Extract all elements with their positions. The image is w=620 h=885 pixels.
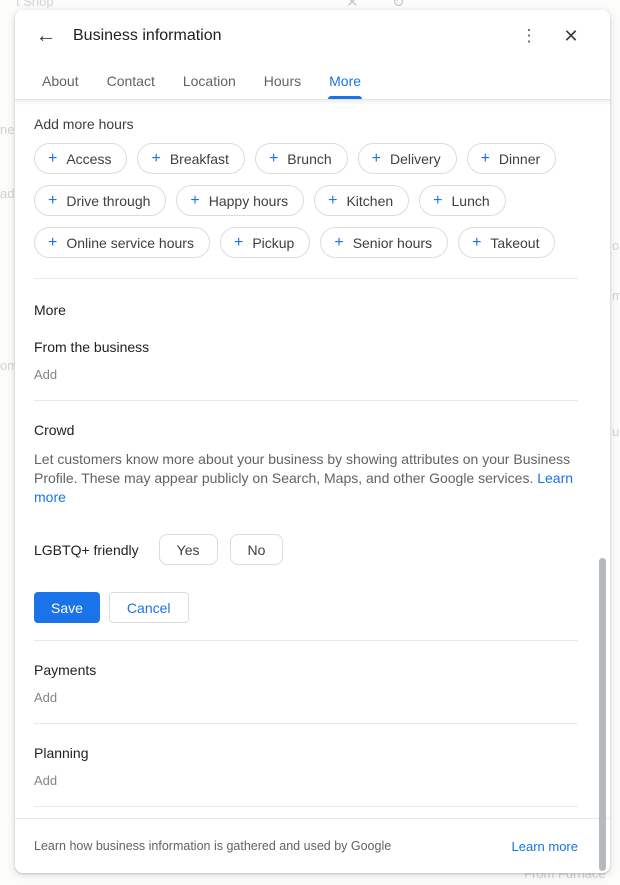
- tab-location[interactable]: Location: [182, 62, 237, 99]
- hours-chip-row: + Drive through + Happy hours + Kitchen …: [34, 185, 578, 216]
- plus-icon: +: [334, 235, 343, 251]
- lgbtq-no-button[interactable]: No: [230, 534, 284, 565]
- section-divider: [34, 806, 578, 807]
- dialog-header: ← Business information ⋮ ✕: [15, 10, 610, 62]
- plus-icon: +: [48, 235, 57, 251]
- section-divider: [34, 400, 578, 401]
- add-payments-link[interactable]: Add: [34, 690, 57, 705]
- crowd-description-text: Let customers know more about your busin…: [34, 451, 570, 486]
- chip-label: Online service hours: [66, 235, 194, 251]
- business-information-dialog: ← Business information ⋮ ✕ About Contact…: [15, 10, 610, 873]
- chip-label: Pickup: [252, 235, 294, 251]
- plus-icon: +: [190, 193, 199, 209]
- plus-icon: +: [269, 151, 278, 167]
- dialog-content: Add more hours + Access + Breakfast + Br…: [15, 100, 610, 818]
- chip-label: Lunch: [452, 193, 490, 209]
- map-label: u: [612, 424, 619, 439]
- cancel-button[interactable]: Cancel: [109, 592, 189, 623]
- add-more-hours-heading: Add more hours: [34, 100, 578, 132]
- chip-label: Drive through: [66, 193, 150, 209]
- map-label: ad: [0, 186, 14, 201]
- planning-group: Planning Add: [34, 745, 578, 790]
- back-button[interactable]: ←: [29, 19, 63, 53]
- lgbtq-friendly-label: LGBTQ+ friendly: [34, 542, 139, 558]
- map-label: o: [612, 238, 619, 253]
- add-hours-chip-breakfast[interactable]: + Breakfast: [137, 143, 244, 174]
- add-hours-chip-online-service-hours[interactable]: + Online service hours: [34, 227, 210, 258]
- chip-label: Kitchen: [346, 193, 393, 209]
- section-divider: [34, 278, 578, 279]
- hours-chip-row: + Access + Breakfast + Brunch + Delivery…: [34, 143, 578, 174]
- close-icon: ✕: [563, 26, 578, 47]
- add-hours-chip-access[interactable]: + Access: [34, 143, 127, 174]
- chip-label: Happy hours: [209, 193, 288, 209]
- crowd-description: Let customers know more about your busin…: [34, 450, 574, 507]
- plus-icon: +: [433, 193, 442, 209]
- tab-more[interactable]: More: [328, 62, 362, 99]
- add-hours-chip-takeout[interactable]: + Takeout: [458, 227, 555, 258]
- add-hours-chip-delivery[interactable]: + Delivery: [358, 143, 457, 174]
- lgbtq-yes-button[interactable]: Yes: [159, 534, 218, 565]
- add-hours-chip-happy-hours[interactable]: + Happy hours: [176, 185, 304, 216]
- section-divider: [34, 723, 578, 724]
- plus-icon: +: [234, 235, 243, 251]
- kebab-icon: ⋮: [521, 26, 538, 46]
- add-hours-chip-drive-through[interactable]: + Drive through: [34, 185, 166, 216]
- lgbtq-friendly-row: LGBTQ+ friendly Yes No: [34, 534, 578, 565]
- tab-hours[interactable]: Hours: [263, 62, 302, 99]
- more-section-heading: More: [34, 302, 578, 318]
- action-row: Save Cancel: [34, 592, 578, 623]
- group-title: From the business: [34, 339, 578, 355]
- add-planning-link[interactable]: Add: [34, 773, 57, 788]
- chip-label: Access: [66, 151, 111, 167]
- group-title: Payments: [34, 662, 578, 678]
- tab-about[interactable]: About: [41, 62, 80, 99]
- add-hours-chip-dinner[interactable]: + Dinner: [467, 143, 557, 174]
- plus-icon: +: [372, 151, 381, 167]
- scrollbar-thumb[interactable]: [599, 558, 606, 871]
- payments-group: Payments Add: [34, 662, 578, 707]
- plus-icon: +: [481, 151, 490, 167]
- add-hours-chip-senior-hours[interactable]: + Senior hours: [320, 227, 448, 258]
- chip-label: Senior hours: [353, 235, 432, 251]
- dialog-footer: Learn how business information is gather…: [15, 818, 610, 873]
- plus-icon: +: [48, 193, 57, 209]
- section-divider: [34, 640, 578, 641]
- plus-icon: +: [48, 151, 57, 167]
- back-arrow-icon: ←: [36, 24, 57, 48]
- map-label: m: [612, 288, 620, 303]
- dialog-title: Business information: [73, 27, 222, 45]
- map-label: t Shop: [16, 0, 54, 9]
- hours-chip-row: + Online service hours + Pickup + Senior…: [34, 227, 578, 258]
- from-the-business-group: From the business Add: [34, 339, 578, 384]
- plus-icon: +: [472, 235, 481, 251]
- save-button[interactable]: Save: [34, 592, 100, 623]
- add-from-business-link[interactable]: Add: [34, 367, 57, 382]
- plus-icon: +: [328, 193, 337, 209]
- chip-label: Breakfast: [170, 151, 229, 167]
- add-hours-chip-pickup[interactable]: + Pickup: [220, 227, 310, 258]
- close-button[interactable]: ✕: [554, 19, 588, 53]
- overflow-menu-button[interactable]: ⋮: [512, 19, 546, 53]
- add-hours-chip-kitchen[interactable]: + Kitchen: [314, 185, 409, 216]
- crowd-heading: Crowd: [34, 422, 578, 438]
- add-hours-chip-lunch[interactable]: + Lunch: [419, 185, 506, 216]
- tab-contact[interactable]: Contact: [106, 62, 156, 99]
- tab-bar: About Contact Location Hours More: [15, 62, 610, 100]
- add-hours-chip-brunch[interactable]: + Brunch: [255, 143, 348, 174]
- chip-label: Delivery: [390, 151, 441, 167]
- footer-learn-more-link[interactable]: Learn more: [512, 839, 578, 854]
- chip-label: Takeout: [490, 235, 539, 251]
- footer-text: Learn how business information is gather…: [34, 839, 391, 853]
- map-label: ne: [0, 122, 14, 137]
- chip-label: Dinner: [499, 151, 540, 167]
- plus-icon: +: [151, 151, 160, 167]
- group-title: Planning: [34, 745, 578, 761]
- chip-label: Brunch: [287, 151, 331, 167]
